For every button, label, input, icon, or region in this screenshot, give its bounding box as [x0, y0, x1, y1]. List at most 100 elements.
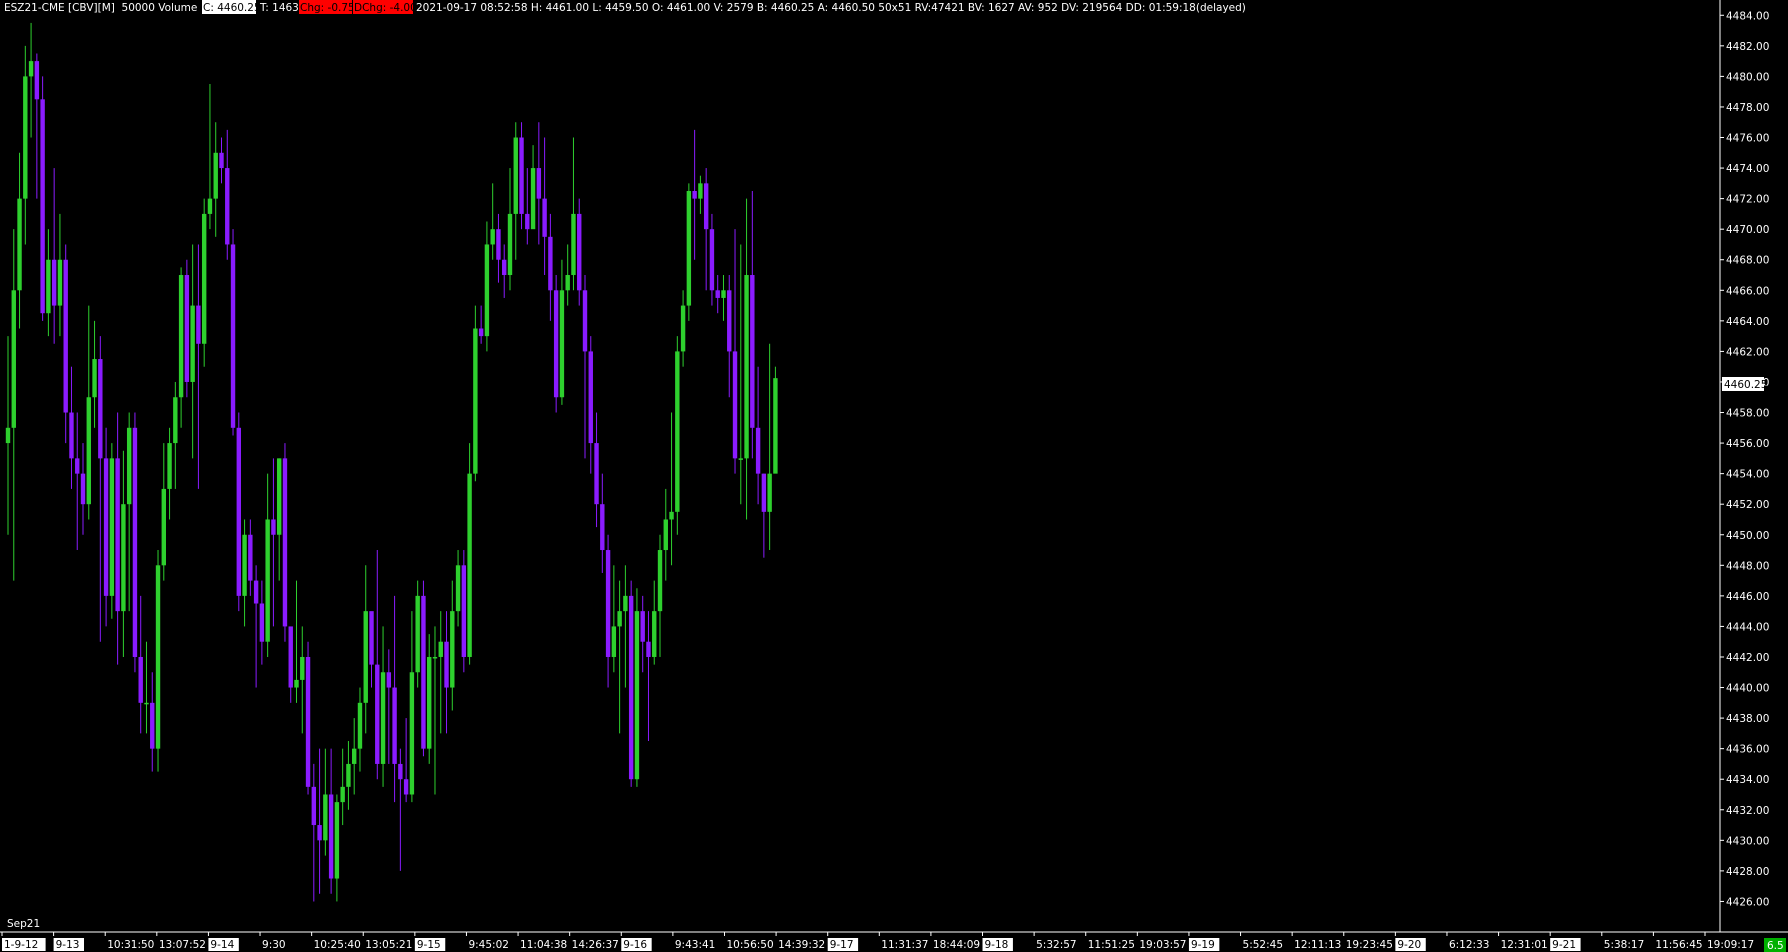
candle-body	[253, 580, 259, 604]
header-chg: Chg: -0.75	[300, 2, 355, 14]
candle-body	[767, 473, 772, 512]
candle-body	[571, 213, 576, 276]
price-tick-label: 4458.00	[1726, 408, 1769, 420]
time-label: 18:44:09	[933, 939, 980, 951]
candle	[282, 443, 288, 642]
candle-body	[57, 259, 63, 306]
candle-body	[519, 137, 524, 214]
date-label: 9-15	[417, 939, 441, 951]
price-chart[interactable]: 4484.00 4482.00 4480.00 4478.00 4476.00 4474.…	[0, 0, 1788, 952]
candle-body	[502, 259, 507, 276]
candle-body	[398, 763, 403, 780]
time-label: 9:30	[262, 939, 286, 951]
candle-body	[363, 611, 368, 703]
time-label: 9:43:41	[675, 939, 715, 951]
candle-body	[652, 611, 657, 657]
candle	[461, 550, 467, 673]
candle-body	[167, 443, 172, 489]
candle-body	[409, 672, 415, 795]
candle	[132, 412, 138, 673]
candle-body	[63, 259, 68, 413]
candle	[553, 275, 559, 413]
candle-body	[346, 763, 351, 787]
candle-body	[709, 229, 715, 291]
candle-body	[311, 786, 317, 826]
candle-body	[201, 213, 207, 344]
price-tick-label: 4470.00	[1726, 224, 1769, 236]
candle-body	[40, 99, 45, 314]
price-tick-label: 4440.00	[1726, 683, 1769, 695]
candle	[519, 122, 524, 230]
candle-body	[132, 427, 138, 657]
candle-body	[115, 458, 120, 612]
candle-body	[5, 427, 11, 444]
price-tick-label: 4476.00	[1726, 133, 1769, 145]
chart-background	[0, 0, 1788, 952]
candle-body	[23, 76, 28, 199]
candle-body	[138, 656, 143, 703]
candle	[628, 580, 634, 787]
price-tick-label: 4454.00	[1726, 469, 1769, 481]
candle-body	[69, 412, 74, 459]
price-tick-label: 4436.00	[1726, 744, 1769, 756]
candle-body	[755, 427, 761, 474]
candle-body	[732, 351, 738, 459]
candle	[675, 336, 680, 535]
candle	[184, 259, 190, 398]
header-symbol: ESZ21-CME [CBV][M] 50000 Volume #3	[4, 2, 219, 14]
price-tick-label: 4434.00	[1726, 774, 1769, 786]
candle-body	[109, 458, 115, 596]
current-price-tag: 4460.25	[1724, 379, 1767, 391]
candle-body	[663, 519, 668, 551]
candle-body	[623, 595, 628, 612]
price-tick-label: 4480.00	[1726, 71, 1769, 83]
candle-body	[173, 397, 178, 444]
candle-body	[352, 748, 357, 764]
candle-body	[317, 825, 322, 841]
candle-body	[478, 328, 484, 337]
time-label: 14:39:32	[778, 939, 825, 951]
time-label: 19:03:57	[1139, 939, 1186, 951]
price-tick-label: 4432.00	[1726, 805, 1769, 817]
candle-body	[640, 611, 645, 642]
price-tick-label: 4438.00	[1726, 713, 1769, 725]
candle-body	[669, 511, 674, 520]
price-tick-label: 4474.00	[1726, 163, 1769, 175]
candle-body	[17, 198, 22, 291]
date-label: 1-9-12	[4, 939, 38, 951]
time-label: 19:23:45	[1346, 939, 1393, 951]
candle-body	[375, 664, 380, 764]
candle-body	[51, 259, 57, 306]
date-label: 9-14	[210, 939, 234, 951]
candle-body	[680, 305, 686, 352]
candle	[201, 198, 207, 367]
candle-body	[773, 378, 778, 474]
time-label: 13:07:52	[159, 939, 206, 951]
candle	[421, 580, 426, 757]
time-label: 13:05:21	[365, 939, 412, 951]
candle-body	[444, 641, 449, 688]
date-label: 9-18	[985, 939, 1009, 951]
candle-body	[150, 702, 155, 749]
candle-body	[207, 198, 213, 214]
candle-body	[657, 550, 663, 612]
price-tick-label: 4448.00	[1726, 560, 1769, 572]
price-tick-label: 4426.00	[1726, 896, 1769, 908]
date-label: 9-21	[1552, 939, 1576, 951]
date-label: 9-13	[56, 939, 80, 951]
price-tick-label: 4464.00	[1726, 316, 1769, 328]
price-tick-label: 4446.00	[1726, 591, 1769, 603]
candle-body	[588, 351, 593, 444]
candle-body	[698, 183, 703, 199]
candle-body	[467, 473, 472, 657]
contract-label: Sep21	[7, 918, 40, 930]
time-label: 11:51:25	[1088, 939, 1135, 951]
candle-body	[542, 198, 547, 237]
candle-body	[242, 534, 247, 596]
date-label: 9-17	[830, 939, 854, 951]
time-label: 19:09:17	[1707, 939, 1754, 951]
price-tick-label: 4484.00	[1726, 10, 1769, 22]
candle-body	[427, 656, 432, 749]
candle-body	[703, 183, 709, 230]
date-label: 9-20	[1397, 939, 1421, 951]
